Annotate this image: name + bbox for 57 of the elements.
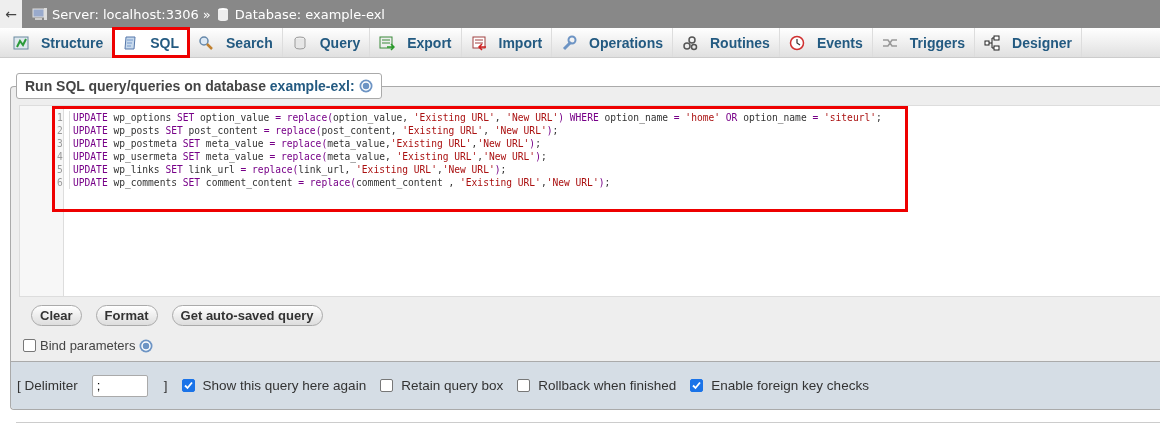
tab[interactable]: SQL [113, 28, 189, 57]
search-icon [198, 34, 214, 51]
code-line: UPDATE wp_posts SET post_content = replace(post_content, 'Existing URL', 'New URL'); [73, 124, 559, 137]
line-number: 6 [55, 176, 70, 189]
tab[interactable]: Routines [673, 28, 780, 57]
help-icon[interactable] [358, 79, 373, 93]
checkbox-label: Bind parameters [40, 338, 136, 353]
code-line: UPDATE wp_options SET option_value = replace(option_value, 'Existing URL', 'New URL') WHERE option_name = 'home' OR option_name = 'siteurl'; [73, 111, 882, 124]
breadcrumb-link[interactable]: Database: example-exl [234, 6, 385, 22]
breadcrumb-separator: » [202, 6, 211, 22]
line-number: 2 [55, 124, 70, 137]
checkbox[interactable] [181, 379, 195, 392]
tab[interactable]: Search [189, 28, 283, 57]
chart-icon [13, 34, 29, 51]
checkbox-label: Show this query here again [202, 378, 367, 393]
tab[interactable]: Query [282, 28, 371, 57]
action-button[interactable]: Format [95, 305, 158, 326]
tab[interactable]: Events [779, 28, 873, 57]
back-button[interactable]: ← [0, 0, 22, 28]
code-line: UPDATE wp_postmeta SET meta_value = replace(meta_value,'Existing URL','New URL'); [73, 137, 541, 150]
server-icon [32, 6, 48, 22]
checkbox-label: Retain query box [401, 378, 504, 393]
clock-icon [788, 34, 805, 51]
tab[interactable]: Triggers [872, 28, 976, 57]
line-number: 4 [55, 150, 70, 163]
code-line: UPDATE wp_comments SET comment_content = replace(comment_content , 'Existing URL','New URL'); [73, 176, 611, 189]
checkbox[interactable] [23, 339, 36, 352]
delimiter-bracket: ] [163, 378, 168, 393]
tab[interactable]: Import [461, 28, 553, 57]
line-number: 3 [55, 137, 70, 150]
sql-editor[interactable] [19, 105, 1160, 297]
legend-text: Run SQL query/queries on database example-exl: [25, 78, 355, 94]
help-icon[interactable] [139, 338, 154, 353]
action-button[interactable]: Clear [31, 305, 82, 326]
checkbox[interactable] [380, 379, 394, 392]
tab[interactable]: Operations [552, 28, 673, 57]
export-icon [379, 34, 396, 51]
document-icon [122, 34, 139, 51]
checkbox-label: Enable foreign key checks [711, 378, 869, 393]
checkbox[interactable] [517, 379, 531, 392]
checkbox-label: Rollback when finished [538, 378, 677, 393]
code-line: UPDATE wp_links SET link_url = replace(link_url, 'Existing URL','New URL'); [73, 163, 507, 176]
line-number: 1 [55, 111, 70, 124]
cylinder-icon [291, 34, 308, 51]
tab[interactable]: Designer [975, 28, 1082, 57]
breadcrumb-link[interactable]: Server: localhost:3306 [52, 6, 199, 22]
delimiter-field[interactable]: ; [91, 374, 148, 397]
gears-icon [682, 34, 698, 51]
diagram-icon [984, 34, 1001, 51]
line-number: 5 [55, 163, 70, 176]
delimiter-label: [ Delimiter [17, 378, 78, 393]
action-button[interactable]: Get auto-saved query [171, 305, 323, 326]
tab[interactable]: Export [370, 28, 462, 57]
code-line: UPDATE wp_usermeta SET meta_value = replace(meta_value, 'Existing URL','New URL'); [73, 150, 547, 163]
import-icon [470, 34, 487, 51]
wrench-icon [561, 34, 578, 51]
checkbox[interactable] [690, 379, 704, 392]
